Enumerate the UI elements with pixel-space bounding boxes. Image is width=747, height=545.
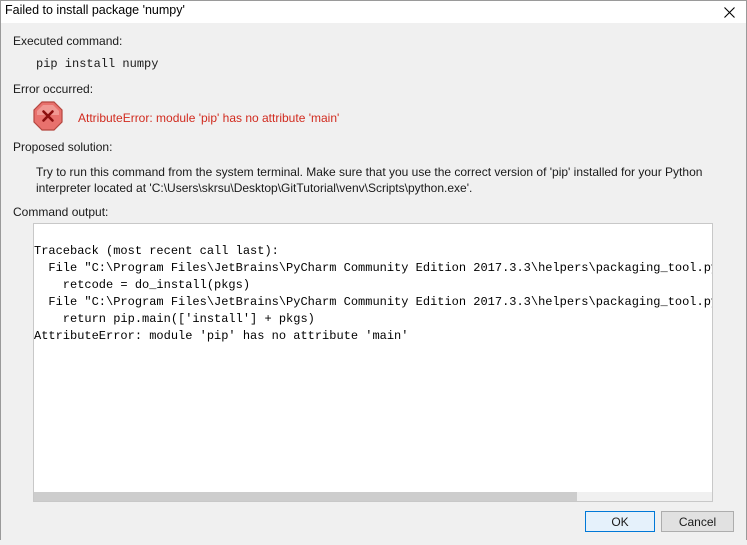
error-octagon-icon xyxy=(33,101,63,131)
close-icon xyxy=(723,6,735,18)
cancel-button[interactable]: Cancel xyxy=(661,511,734,532)
horizontal-scrollbar[interactable] xyxy=(34,492,712,501)
close-button[interactable] xyxy=(714,1,744,23)
executed-command-label: Executed command: xyxy=(13,34,123,48)
error-occurred-label: Error occurred: xyxy=(13,82,94,96)
ok-button[interactable]: OK xyxy=(585,511,655,532)
title-bar: Failed to install package 'numpy' xyxy=(1,1,746,23)
command-output-area[interactable]: Traceback (most recent call last): File … xyxy=(33,223,713,502)
executed-command-text: pip install numpy xyxy=(36,57,159,71)
scrollbar-thumb[interactable] xyxy=(34,492,577,501)
proposed-solution-label: Proposed solution: xyxy=(13,140,113,154)
dialog-title: Failed to install package 'numpy' xyxy=(5,3,185,17)
error-message: AttributeError: module 'pip' has no attr… xyxy=(78,111,340,125)
command-output-text: Traceback (most recent call last): File … xyxy=(34,244,713,343)
command-output-label: Command output: xyxy=(13,205,109,219)
proposed-solution-text: Try to run this command from the system … xyxy=(36,165,703,195)
error-dialog: Failed to install package 'numpy' Execut… xyxy=(0,0,747,540)
